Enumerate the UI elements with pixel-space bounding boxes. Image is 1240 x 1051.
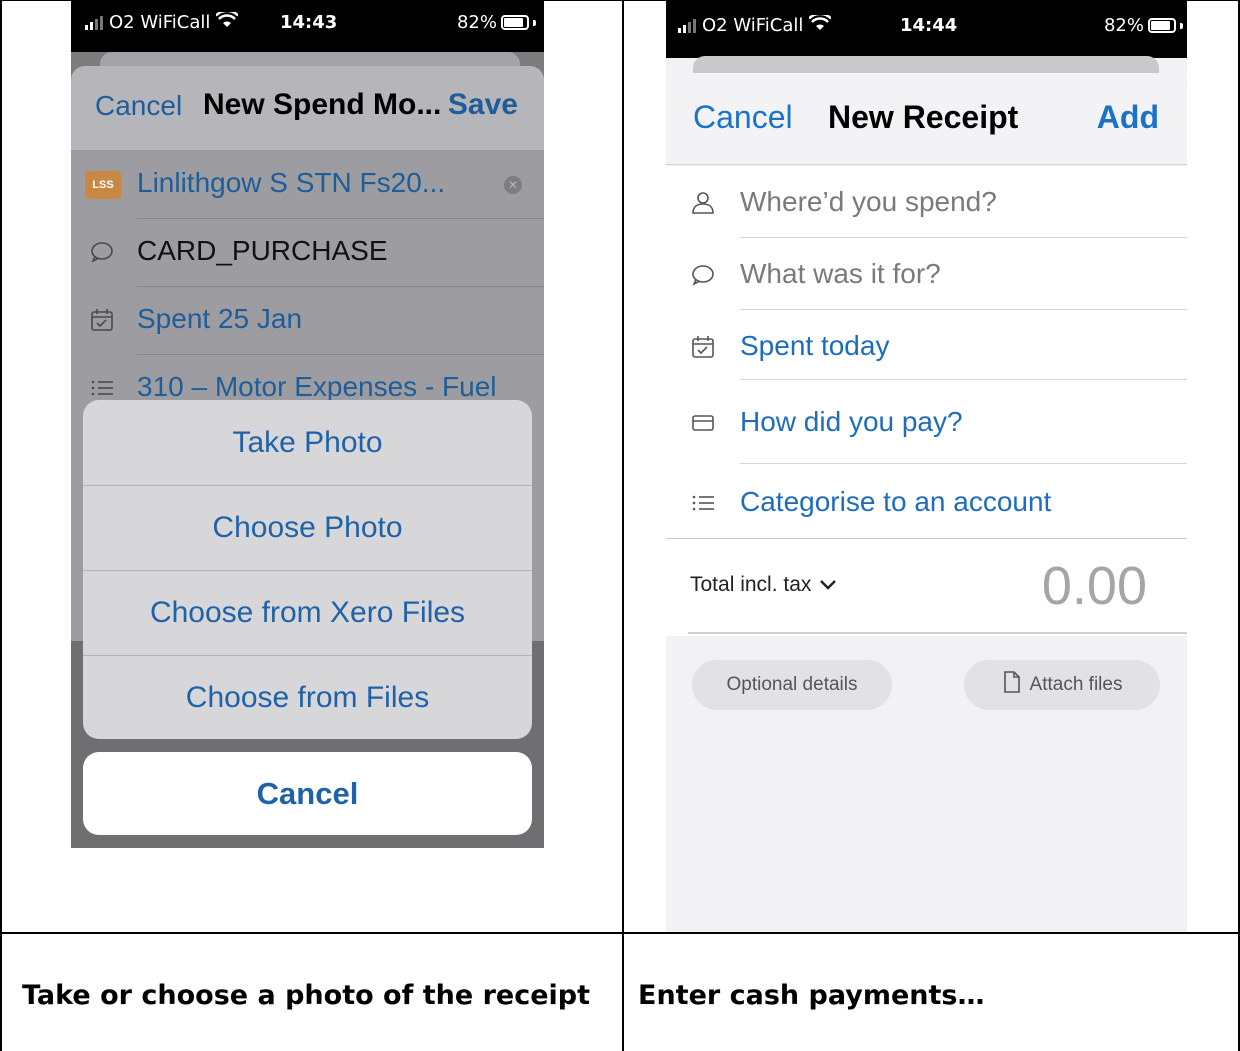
description-row[interactable]: CARD_PURCHASE [71, 219, 544, 287]
total-amount-input[interactable]: 0.00 [1042, 555, 1147, 617]
list-icon [690, 490, 716, 516]
chevron-down-icon [819, 573, 837, 597]
card-icon [690, 410, 716, 436]
left-phone-screenshot: O2 WiFiCall 14:43 82% Cancel New Spend M… [71, 0, 544, 848]
wifi-icon [808, 12, 833, 36]
list-icon [89, 375, 115, 401]
carrier-indicator: O2 WiFiCall [85, 9, 240, 33]
contact-field[interactable]: Where’d you spend? [666, 166, 1187, 238]
battery-percent: 82% [1103, 15, 1144, 36]
battery-percent: 82% [456, 12, 497, 33]
contact-name: Linlithgow S STN Fs20... [137, 167, 446, 198]
photo-action-sheet: Take Photo Choose Photo Choose from Xero… [83, 400, 532, 739]
status-bar: O2 WiFiCall 14:44 82% [666, 0, 1187, 58]
page-title: New Receipt [828, 99, 1019, 135]
table-border-middle [622, 0, 624, 1051]
date-row[interactable]: Spent 25 Jan [71, 287, 544, 355]
battery-indicator: 82% [1104, 15, 1183, 36]
action-sheet-cancel-button[interactable]: Cancel [83, 752, 532, 835]
clock: 14:43 [280, 12, 338, 33]
clear-icon[interactable]: ✕ [504, 176, 522, 194]
speech-bubble-icon [89, 239, 115, 265]
payment-method-value: How did you pay? [740, 406, 963, 437]
account-value: Categorise to an account [740, 486, 1052, 517]
right-caption: Enter cash payments… [638, 980, 985, 1011]
contact-row[interactable]: LSS Linlithgow S STN Fs20... ✕ [71, 151, 544, 219]
date-value: Spent today [740, 330, 890, 361]
account-field[interactable]: Categorise to an account [666, 464, 1187, 538]
right-phone-screenshot: O2 WiFiCall 14:44 82% Cancel New Receipt… [666, 0, 1187, 932]
battery-icon [501, 15, 529, 30]
description-placeholder: What was it for? [740, 258, 941, 289]
sheet-header: Cancel New Spend Mo... Save [71, 66, 544, 150]
save-button[interactable]: Save [448, 88, 518, 122]
calendar-icon [89, 307, 115, 333]
optional-details-label: Optional details [726, 674, 858, 695]
optional-details-button[interactable]: Optional details [692, 660, 892, 710]
table-row-divider [0, 932, 1240, 934]
speech-bubble-icon [690, 262, 716, 288]
receipt-form: Where’d you spend? What was it for? Spen… [666, 166, 1187, 636]
date-field[interactable]: Spent today [666, 310, 1187, 380]
tax-toggle[interactable]: Total incl. tax [690, 573, 837, 597]
table-border-left [0, 0, 2, 1051]
contact-placeholder: Where’d you spend? [740, 186, 997, 217]
attach-files-label: Attach files [1029, 674, 1123, 695]
clock: 14:44 [900, 15, 958, 36]
status-bar: O2 WiFiCall 14:43 82% [71, 0, 544, 52]
sheet-header: Cancel New Receipt Add [666, 73, 1187, 165]
signal-icon [678, 18, 696, 33]
battery-icon [1148, 18, 1176, 33]
total-label: Total incl. tax [690, 573, 812, 596]
payment-method-field[interactable]: How did you pay? [666, 380, 1187, 464]
take-photo-button[interactable]: Take Photo [83, 400, 532, 485]
total-row: Total incl. tax 0.00 [666, 538, 1187, 634]
carrier-label: O2 WiFiCall [702, 15, 804, 36]
left-caption: Take or choose a photo of the receipt [22, 980, 591, 1011]
merchant-badge: LSS [85, 171, 121, 199]
choose-xero-files-button[interactable]: Choose from Xero Files [83, 570, 532, 655]
carrier-indicator: O2 WiFiCall [678, 12, 833, 36]
signal-icon [85, 15, 103, 30]
cancel-button[interactable]: Cancel [95, 90, 182, 122]
choose-files-button[interactable]: Choose from Files [83, 655, 532, 739]
person-icon [690, 190, 716, 216]
cancel-button[interactable]: Cancel [693, 99, 793, 136]
battery-indicator: 82% [457, 12, 536, 33]
account-text: 310 – Motor Expenses - Fuel [137, 371, 497, 402]
document-icon [1002, 670, 1022, 700]
calendar-icon [690, 334, 716, 360]
page-title: New Spend Mo... [203, 88, 442, 121]
wifi-icon [215, 9, 240, 33]
description-text: CARD_PURCHASE [137, 235, 388, 266]
add-button[interactable]: Add [1097, 99, 1159, 136]
date-text: Spent 25 Jan [137, 303, 303, 334]
choose-photo-button[interactable]: Choose Photo [83, 485, 532, 570]
carrier-label: O2 WiFiCall [109, 12, 211, 33]
attach-files-button[interactable]: Attach files [964, 660, 1160, 710]
description-field[interactable]: What was it for? [666, 238, 1187, 310]
